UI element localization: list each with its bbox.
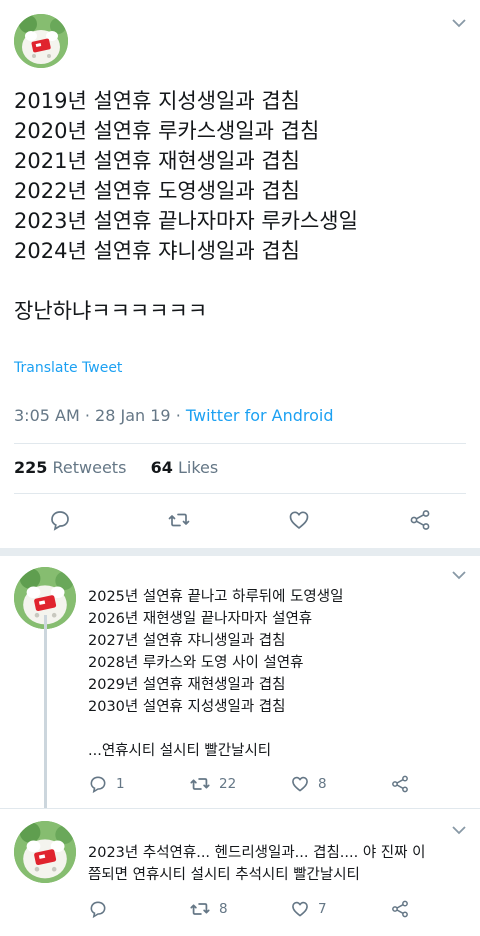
tweet-line: 2024년 설연휴 쟈니생일과 겹침 [14,239,300,263]
like-count: 7 [318,901,327,917]
reply-line: 2028년 루카스와 도영 사이 설연휴 [88,655,304,671]
retweet-count: 8 [219,901,228,917]
retweet-button[interactable]: 22 [189,773,236,795]
chevron-down-icon[interactable] [451,824,467,836]
reply-line: 2025년 설연휴 끝나고 하루뒤에 도영생일 [88,589,344,605]
divider [14,493,466,494]
reply-icon[interactable] [48,508,72,532]
tweet-date: 28 Jan 19 [95,406,171,425]
reply-icon [90,901,106,919]
chevron-down-icon[interactable] [451,569,467,581]
reply-button[interactable] [88,898,108,920]
reply-line: 2026년 재현생일 끝나자마자 설연휴 [88,611,313,627]
reply-line: 2029년 설연휴 재현생일과 겹침 [88,677,286,693]
like-button[interactable]: 8 [290,773,327,795]
like-count: 8 [318,776,327,792]
tweet-line: 장난하냐ㅋㅋㅋㅋㅋㅋ [14,299,208,323]
thread-connector [44,615,47,815]
tweet-line: 2021년 설연휴 재현생일과 겹침 [14,149,300,173]
retweets-label[interactable]: Retweets [53,458,127,477]
tweet-stats: 225 Retweets 64 Likes [14,458,218,477]
reply-text: 2023년 추석연휴... 헨드리생일과... 겹침.... 야 진짜 이 쯤되… [88,842,468,886]
tweet-time: 3:05 AM [14,406,80,425]
reply-line: ...연휴시티 설시티 빨간날시티 [88,743,272,759]
reply-icon [90,776,106,794]
tweet-source-link[interactable]: Twitter for Android [186,406,334,425]
heart-icon[interactable] [287,508,311,532]
retweet-count: 22 [219,776,237,792]
tweet-line: 2023년 설연휴 끝나자마자 루카스생일 [14,209,358,233]
avatar[interactable] [14,821,76,883]
section-separator [0,548,480,556]
meta-separator: · [175,406,186,425]
share-icon [392,775,408,793]
reply-text: 2025년 설연휴 끝나고 하루뒤에 도영생일 2026년 재현생일 끝나자마자… [88,586,468,762]
retweets-count[interactable]: 225 [14,458,47,477]
likes-label[interactable]: Likes [178,458,218,477]
reply-line: 2030년 설연휴 지성생일과 겹침 [88,699,286,715]
reply-line: 쯤되면 연휴시티 설시티 추석시티 빨간날시티 [88,867,360,883]
retweet-icon [190,778,210,790]
translate-tweet-link[interactable]: Translate Tweet [14,360,122,376]
retweet-icon[interactable] [167,508,191,532]
reply-line: 2027년 설연휴 쟈니생일과 겹침 [88,633,286,649]
avatar[interactable] [14,14,68,68]
reply-button[interactable]: 1 [88,773,125,795]
reply-line: 2023년 추석연휴... 헨드리생일과... 겹침.... 야 진짜 이 [88,845,426,861]
chevron-down-icon[interactable] [451,17,467,29]
retweet-button[interactable]: 8 [189,898,228,920]
main-tweet: 2019년 설연휴 지성생일과 겹침 2020년 설연휴 루카스생일과 겹침 2… [0,0,480,548]
reply-count: 1 [116,776,125,792]
likes-count[interactable]: 64 [151,458,173,477]
share-button[interactable] [390,773,410,795]
like-button[interactable]: 7 [290,898,327,920]
meta-separator: · [84,406,96,425]
share-button[interactable] [390,898,410,920]
share-icon [392,900,408,918]
retweet-icon [190,903,210,915]
tweet-line: 2020년 설연휴 루카스생일과 겹침 [14,119,320,143]
heart-icon [292,776,308,792]
tweet-line: 2019년 설연휴 지성생일과 겹침 [14,89,300,113]
share-icon[interactable] [408,508,432,532]
tweet-meta: 3:05 AM · 28 Jan 19 · Twitter for Androi… [14,406,334,425]
divider [14,443,466,444]
tweet-line: 2022년 설연휴 도영생일과 겹침 [14,179,300,203]
tweet-text: 2019년 설연휴 지성생일과 겹침 2020년 설연휴 루카스생일과 겹침 2… [14,86,464,326]
heart-icon [292,901,308,917]
